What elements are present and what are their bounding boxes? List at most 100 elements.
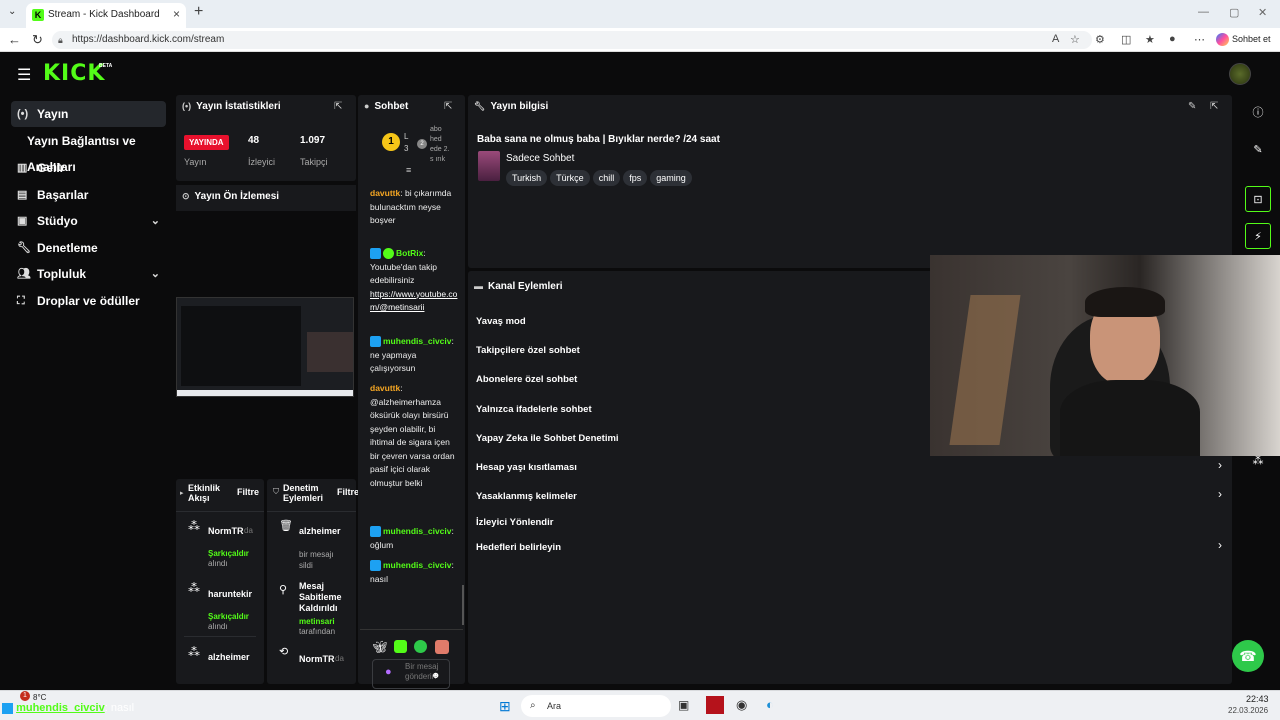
windows-start-icon[interactable]: ⊞ — [499, 698, 511, 715]
clock-date[interactable]: 22.03.2026 — [1228, 706, 1268, 715]
minimize-icon[interactable]: — — [1198, 6, 1209, 18]
category-thumbnail[interactable] — [478, 151, 500, 181]
url-field[interactable]: 🔒︎ https://dashboard.kick.com/stream — [52, 31, 1092, 49]
wrench-icon: 🔧︎ — [474, 101, 486, 111]
action-host-redirect[interactable]: İzleyici Yönlendir — [476, 517, 553, 528]
tab-menu-icon[interactable]: ⌄ — [8, 6, 16, 17]
moderation-by[interactable]: metinsari — [299, 617, 335, 626]
chevron-right-icon[interactable]: › — [1218, 538, 1222, 552]
favorite-star-icon[interactable]: ☆ — [1070, 33, 1080, 46]
info-icon[interactable]: ⓘ — [1245, 100, 1271, 126]
kick-logo[interactable]: KICK — [43, 61, 105, 86]
bot-badge-icon — [370, 526, 381, 538]
help-support-button[interactable]: ☎︎ — [1232, 640, 1264, 672]
sidebar-item-moderation[interactable]: 🔧︎ Denetleme — [11, 235, 166, 261]
lightning-icon[interactable]: ⚡︎ — [1245, 223, 1271, 249]
chat-username[interactable]: muhendis_civciv — [383, 560, 452, 570]
close-tab-icon[interactable]: × — [173, 7, 180, 21]
obs-icon[interactable]: ◉ — [736, 697, 747, 713]
moderation-filter-button[interactable]: Filtre — [337, 487, 359, 497]
maximize-icon[interactable]: ▢ — [1229, 6, 1239, 19]
hamburger-menu-icon[interactable]: ☰ — [17, 65, 31, 85]
action-set-goals[interactable]: Hedefleri belirleyin — [476, 542, 561, 553]
weather-temp[interactable]: 8°C — [33, 693, 46, 702]
action-account-age[interactable]: Hesap yaşı kısıtlaması — [476, 462, 577, 473]
split-screen-icon[interactable]: ◫ — [1121, 33, 1131, 46]
chat-input[interactable]: ● Bir mesaj gönderin ☻ — [372, 659, 450, 689]
edit-pencil-icon[interactable]: ✎ — [1245, 137, 1271, 163]
action-ai-moderation[interactable]: Yapay Zeka ile Sohbet Denetimi — [476, 433, 619, 444]
read-aloud-icon[interactable]: A — [1052, 33, 1059, 45]
stream-preview-thumbnail[interactable] — [176, 297, 354, 397]
extensions-icon[interactable]: ⚙ — [1095, 33, 1105, 46]
close-window-icon[interactable]: ✕ — [1258, 6, 1267, 19]
chat-username[interactable]: davuttk — [370, 383, 400, 393]
action-slow-mode[interactable]: Yavaş mod — [476, 316, 526, 327]
emote-kick-icon[interactable] — [394, 640, 407, 653]
taskbar-search[interactable]: ⌕ Ara — [521, 695, 671, 717]
activity-user[interactable]: haruntekir — [208, 589, 252, 599]
moderation-user[interactable]: NormTR — [299, 654, 335, 664]
clock-time[interactable]: 22:43 — [1246, 694, 1269, 704]
sidebar-item-stream[interactable]: (•) Yayın — [11, 101, 166, 127]
unpin-icon: ⚲ — [279, 584, 288, 596]
chat-link[interactable]: https://www.youtube.com/@metinsarii — [370, 288, 458, 315]
chat-username[interactable]: BotRix — [396, 248, 423, 258]
action-followers-only[interactable]: Takipçilere özel sohbet — [476, 345, 580, 356]
popout-icon[interactable]: ⇱ — [334, 101, 342, 112]
refresh-icon[interactable]: ↻ — [32, 32, 43, 48]
favorites-icon[interactable]: ★ — [1145, 33, 1155, 46]
chat-username[interactable]: muhendis_civciv — [383, 336, 452, 346]
popout-icon[interactable]: ⇱ — [1210, 101, 1218, 112]
stream-info-panel: 🔧︎ Yayın bilgisi ✎ ⇱ Baba sana ne olmuş b… — [468, 95, 1232, 268]
file-explorer-icon[interactable]: ▣ — [678, 698, 689, 712]
activity-event: Şarkıçaldır — [208, 549, 249, 558]
activity-user[interactable]: alzheimer — [208, 652, 250, 662]
chat-scrollbar[interactable] — [462, 585, 464, 625]
undo-icon: ⟲ — [279, 646, 289, 658]
emoji-icon[interactable]: ☻ — [431, 670, 440, 680]
divider — [176, 511, 264, 512]
emote-face-icon[interactable] — [435, 640, 449, 654]
action-banned-words[interactable]: Yasaklanmış kelimeler — [476, 491, 577, 502]
sidebar-item-revenue[interactable]: ▥ Gelir — [11, 155, 166, 181]
edit-pencil-icon[interactable]: ✎ — [1188, 101, 1196, 112]
sidebar-item-stream-key[interactable]: Yayın Bağlantısı ve Anahtarı — [11, 128, 166, 174]
app-icon[interactable] — [706, 696, 724, 714]
activity-filter-button[interactable]: Filtre — [237, 487, 259, 497]
chat-username[interactable]: muhendis_civciv — [383, 526, 452, 536]
expand-pinned-icon[interactable]: ≡ — [406, 165, 411, 175]
sidebar-item-studio[interactable]: ▣ Stüdyo ⌄ — [11, 208, 166, 234]
browser-tab[interactable]: K Stream - Kick Dashboard × — [26, 3, 186, 28]
profile-avatar-icon[interactable]: ● — [1169, 33, 1176, 45]
chat-username[interactable]: davuttk — [370, 188, 400, 198]
action-emote-only[interactable]: Yalnızca ifadelerle sohbet — [476, 404, 592, 415]
achievements-icon: ▤ — [17, 189, 28, 201]
microphone-icon[interactable]: ● — [385, 666, 392, 678]
user-avatar[interactable] — [1229, 63, 1251, 85]
sidebar-item-community[interactable]: 👥︎ Topluluk ⌄ — [11, 261, 166, 287]
sidebar-item-achievements[interactable]: ▤ Başarılar — [11, 182, 166, 208]
copilot-button[interactable]: Sohbet et — [1216, 33, 1271, 46]
popout-icon[interactable]: ⇱ — [444, 101, 452, 112]
sidebar-item-drops[interactable]: ⛶ Droplar ve ödüller — [11, 288, 166, 314]
moderation-user[interactable]: alzheimer — [299, 526, 341, 536]
edge-icon[interactable]: ◐ — [766, 697, 774, 712]
tag: chill — [592, 170, 621, 186]
activity-user[interactable]: NormTR — [208, 526, 244, 536]
emote-green-icon[interactable] — [414, 640, 427, 653]
windows-taskbar: 1 8°C ⊞ ⌕ Ara ▣ ◉ ◐ 22:43 22.03.2026 — [0, 690, 1280, 720]
more-menu-icon[interactable]: ⋯ — [1194, 33, 1205, 46]
back-icon[interactable]: ← — [8, 32, 21, 47]
new-tab-icon[interactable]: + — [194, 3, 203, 21]
chat-text: ne yapmaya çalışıyorsun — [370, 349, 417, 374]
emote-butterfly-icon[interactable]: 🦋︎ — [372, 640, 387, 654]
chevron-right-icon[interactable]: › — [1218, 487, 1222, 501]
action-subscribers-only[interactable]: Abonelere özel sohbet — [476, 374, 577, 385]
category-name[interactable]: Sadece Sohbet — [506, 153, 574, 164]
user-group-icon: ⁂ — [188, 645, 200, 659]
lock-icon: 🔒︎ — [58, 35, 63, 45]
chevron-right-icon[interactable]: › — [1218, 458, 1222, 472]
screen-capture-icon[interactable]: ⊡ — [1245, 186, 1271, 212]
chat-input-placeholder: Bir mesaj gönderin — [405, 662, 439, 681]
